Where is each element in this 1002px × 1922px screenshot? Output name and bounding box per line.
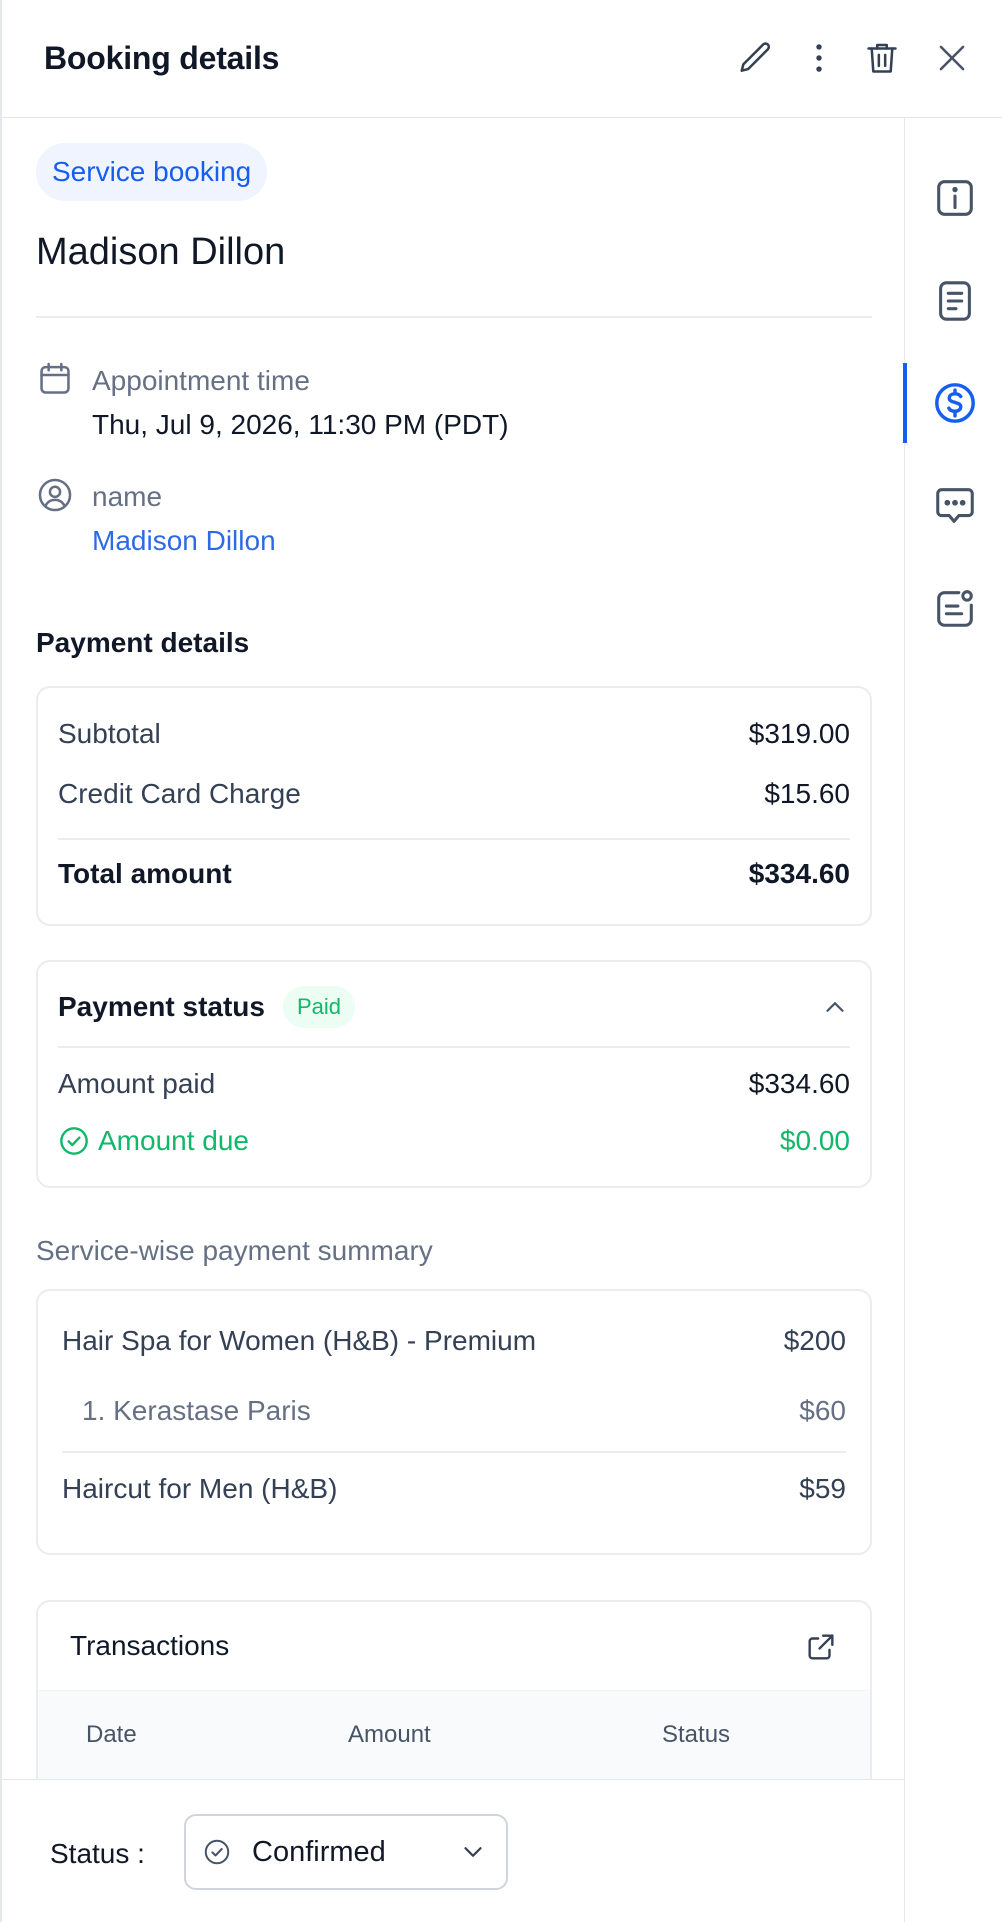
amount-due-row: Amount due $0.00 — [58, 1125, 850, 1157]
user-circle-icon — [38, 478, 72, 512]
credit-card-charge-row: Credit Card Charge $15.60 — [58, 778, 850, 810]
booking-type-chip: Service booking — [36, 143, 268, 201]
divider — [58, 1046, 850, 1048]
payment-details-title: Payment details — [36, 627, 250, 658]
close-icon — [939, 45, 965, 71]
chevron-up-icon[interactable] — [820, 992, 850, 1022]
divider — [62, 1451, 846, 1453]
column-header-date: Date — [86, 1721, 137, 1748]
rail-item-chat[interactable] — [905, 466, 1002, 546]
edit-button[interactable] — [732, 34, 780, 82]
transactions-card: Transactions Date Amount Status — [36, 1600, 872, 1779]
status-footer: Status : Confirmed — [2, 1779, 904, 1922]
service-item-price: $200 — [783, 1325, 846, 1356]
service-item: Hair Spa for Women (H&B) - Premium $200 — [62, 1325, 846, 1357]
divider — [36, 316, 872, 318]
dollar-icon — [935, 383, 975, 423]
appointment-value: Thu, Jul 9, 2026, 11:30 PM (PDT) — [92, 409, 509, 440]
service-item-name: Hair Spa for Women (H&B) - Premium — [62, 1325, 537, 1356]
rail-item-document[interactable] — [905, 261, 1002, 341]
amount-due-value: $0.00 — [779, 1125, 850, 1156]
delete-button[interactable] — [858, 34, 906, 82]
rail-item-payment[interactable] — [903, 363, 1002, 443]
column-header-status: Status — [662, 1721, 731, 1748]
check-circle-icon — [60, 1127, 88, 1155]
amount-paid-value: $334.60 — [748, 1068, 850, 1099]
notes-icon — [937, 590, 973, 627]
status-badge: Paid — [282, 986, 356, 1028]
payment-status-header[interactable]: Payment status Paid — [58, 982, 850, 1032]
subtotal-value: $319.00 — [748, 718, 850, 749]
booking-details-panel: Booking details Service booking Madison … — [0, 0, 1002, 1922]
service-summary-card: Hair Spa for Women (H&B) - Premium $200 … — [36, 1289, 872, 1555]
calendar-icon — [40, 362, 70, 394]
close-button[interactable] — [928, 34, 976, 82]
amount-paid-row: Amount paid $334.60 — [58, 1068, 850, 1100]
rail-item-notes[interactable] — [905, 568, 1002, 648]
service-item-name: Haircut for Men (H&B) — [62, 1473, 338, 1504]
more-vertical-icon — [816, 44, 822, 72]
service-item-price: $59 — [799, 1473, 846, 1504]
customer-name-link[interactable]: Madison Dillon — [92, 525, 276, 557]
booking-content: Service booking Madison Dillon Appointme… — [2, 119, 904, 1779]
total-amount-value: $334.60 — [748, 858, 850, 889]
status-value: Confirmed — [252, 1835, 386, 1868]
amount-due-label: Amount due — [98, 1125, 249, 1156]
document-icon — [939, 281, 971, 321]
appointment-label: Appointment time — [92, 365, 310, 396]
credit-card-charge-value: $15.60 — [764, 778, 850, 809]
service-sub-item-price: $60 — [799, 1395, 846, 1426]
status-dropdown[interactable]: Confirmed — [184, 1814, 508, 1890]
subtotal-row: Subtotal $319.00 — [58, 718, 850, 750]
amount-paid-label: Amount paid — [58, 1068, 216, 1099]
status-label: Status : — [50, 1838, 145, 1869]
side-rail — [903, 118, 1002, 1922]
info-icon — [937, 180, 973, 216]
trash-icon — [867, 43, 897, 73]
service-item: Haircut for Men (H&B) $59 — [62, 1473, 846, 1505]
service-sub-item: 1. Kerastase Paris $60 — [82, 1395, 846, 1427]
divider — [58, 838, 850, 840]
rail-item-info[interactable] — [905, 158, 1002, 238]
panel-header: Booking details — [2, 0, 1002, 118]
payment-details-card: Subtotal $319.00 Credit Card Charge $15.… — [36, 686, 872, 926]
chat-icon — [936, 488, 974, 523]
column-header-amount: Amount — [348, 1721, 431, 1748]
payment-status-label: Payment status — [58, 991, 265, 1022]
payment-status-card: Payment status Paid Amount paid $334.60 … — [36, 960, 872, 1188]
customer-name: Madison Dillon — [36, 231, 286, 273]
total-amount-label: Total amount — [58, 858, 232, 889]
transactions-title: Transactions — [70, 1630, 230, 1661]
credit-card-charge-label: Credit Card Charge — [58, 778, 301, 809]
total-amount-row: Total amount $334.60 — [58, 858, 850, 890]
service-summary-title: Service-wise payment summary — [36, 1235, 433, 1266]
pencil-icon — [740, 42, 771, 72]
subtotal-label: Subtotal — [58, 718, 161, 749]
chevron-down-icon — [464, 1847, 482, 1857]
service-sub-item-name: 1. Kerastase Paris — [82, 1395, 311, 1426]
page-title: Booking details — [44, 40, 280, 76]
more-options-button[interactable] — [795, 34, 843, 82]
transactions-table-header: Date Amount Status — [38, 1690, 870, 1779]
external-link-icon[interactable] — [804, 1630, 838, 1664]
name-label: name — [92, 481, 163, 512]
check-circle-icon — [204, 1839, 230, 1865]
